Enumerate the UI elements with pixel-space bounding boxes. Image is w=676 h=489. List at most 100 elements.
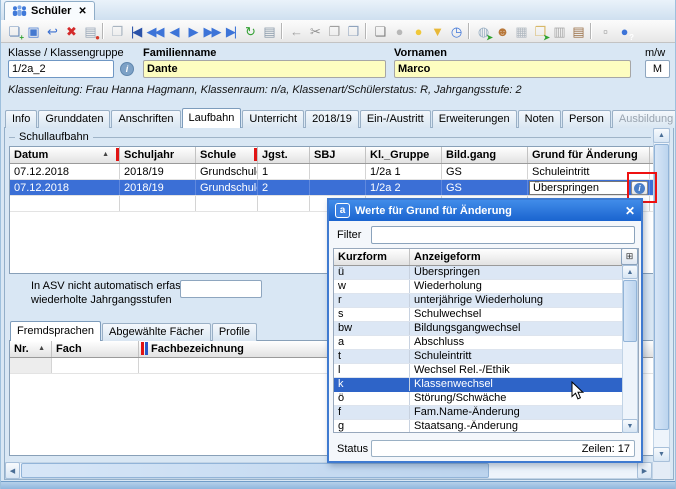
tab-laufbahn[interactable]: Laufbahn [182,108,242,128]
dialog-value-row[interactable]: fFam.Name-Änderung [334,406,638,420]
previous-record-icon[interactable]: ◀ [164,22,183,41]
scroll-right-button[interactable]: ▶ [637,462,652,479]
column-header-schuljahr[interactable]: Schuljahr [120,147,196,163]
delete-icon[interactable]: ✖ [61,22,80,41]
vornamen-input[interactable]: Marco [394,60,631,78]
jahrgangsstufen-input[interactable] [180,280,262,298]
vornamen-label: Vornamen [394,47,447,59]
cut-icon[interactable]: ✂ [305,22,324,41]
tab-info[interactable]: Info [5,110,37,128]
dialog-value-row[interactable]: üÜberspringen [334,266,638,280]
dialog-value-row[interactable]: öStörung/Schwäche [334,392,638,406]
fast-forward-icon[interactable]: ▶▶ [202,22,221,41]
print-icon[interactable]: ❑ [370,22,389,41]
column-header-grund-für-änderung[interactable]: Grund für Änderung [528,147,650,163]
column-label: Schule [200,149,236,161]
tab-person[interactable]: Person [562,110,611,128]
export-folder-icon[interactable]: ❒➤ [530,22,549,41]
scroll-up-button[interactable]: ▲ [653,128,670,143]
dialog-value-row[interactable]: kKlassenwechsel [334,378,638,392]
dialog-value-row[interactable]: sSchulwechsel [334,308,638,322]
new-record-icon[interactable]: ❏+ [4,22,23,41]
kurzform-cell: l [334,364,410,377]
filter-icon[interactable]: ▼ [427,22,446,41]
student-icon[interactable]: ☻ [492,22,511,41]
save-icon[interactable]: ▣ [23,22,42,41]
column-header-kurzform[interactable]: Kurzform [334,249,410,265]
copy-icon[interactable]: ❐ [324,22,343,41]
anzeigeform-cell: Wiederholung [410,280,622,293]
klasse-input[interactable]: 1/2a_2 [8,60,114,78]
column-chooser-button[interactable]: ⊞ [621,248,638,265]
tab-grunddaten[interactable]: Grunddaten [38,110,110,128]
subtab-abgewählte-fächer[interactable]: Abgewählte Fächer [102,323,211,341]
column-header-bild-gang[interactable]: Bild.gang [442,147,528,163]
last-record-icon[interactable]: ▶| [221,22,240,41]
laufbahn-row[interactable]: 07.12.20182018/19Grundschule ...21/2a 2G… [10,180,654,196]
tab-title: Schüler [31,5,71,17]
tab-noten[interactable]: Noten [518,110,561,128]
tab-ein-austritt[interactable]: Ein-/Austritt [360,110,431,128]
dialog-value-row[interactable]: tSchuleintritt [334,350,638,364]
column-label: Kurzform [338,251,387,263]
panel-icon[interactable]: ▫ [595,22,614,41]
navigate-back-icon[interactable]: ← [286,22,305,41]
tab-close-icon[interactable]: ✕ [78,6,86,17]
first-record-icon[interactable]: |◀ [126,22,145,41]
column-header-anzeigeform[interactable]: Anzeigeform [410,249,622,265]
column-header-kl-gruppe[interactable]: Kl._Gruppe [366,147,442,163]
column-header-datum[interactable]: Datum▲ [10,147,120,163]
dialog-value-row[interactable]: runterjährige Wiederholung [334,294,638,308]
reminder-icon[interactable]: ◷ [446,22,465,41]
column-header-nr[interactable]: Nr.▲ [10,341,52,357]
column-header-schule[interactable]: Schule [196,147,258,163]
tab-erweiterungen[interactable]: Erweiterungen [432,110,517,128]
card-icon[interactable]: ▥ [549,22,568,41]
duplicate-record-icon[interactable]: ❐ [107,22,126,41]
scroll-down-button[interactable]: ▼ [653,447,670,462]
id-card-icon[interactable]: ▤ [568,22,587,41]
next-record-icon[interactable]: ▶ [183,22,202,41]
column-header-jgst[interactable]: Jgst. [258,147,310,163]
edit-form-icon[interactable]: ▤● [80,22,99,41]
group-title: Schullaufbahn [19,131,89,143]
tab-unterricht[interactable]: Unterricht [242,110,304,128]
fast-backward-icon[interactable]: ◀◀ [145,22,164,41]
grund-edit-field[interactable]: Überspringen [529,181,629,195]
klasse-info-icon[interactable]: i [120,62,134,76]
subtab-profile[interactable]: Profile [212,323,257,341]
familienname-input[interactable]: Dante [143,60,386,78]
dialog-close-icon[interactable]: ✕ [625,204,635,218]
dialog-value-row[interactable]: bwBildungsgangwechsel [334,322,638,336]
scroll-left-button[interactable]: ◀ [5,462,20,479]
refresh-icon[interactable]: ↻ [240,22,259,41]
dialog-scroll-up-button[interactable]: ▲ [622,265,638,279]
paste-icon[interactable]: ❒ [343,22,362,41]
hint-icon[interactable]: ● [408,22,427,41]
filter-input[interactable] [371,226,635,244]
help-icon[interactable]: ●? [614,22,633,41]
dialog-titlebar[interactable]: a Werte für Grund für Änderung ✕ [329,200,641,221]
dialog-value-row[interactable]: wWiederholung [334,280,638,294]
dialog-value-row[interactable]: aAbschluss [334,336,638,350]
undo-icon[interactable]: ↩ [42,22,61,41]
dialog-value-row[interactable]: gStaatsang.-Änderung [334,420,638,433]
calendar-icon[interactable]: ▦ [511,22,530,41]
list-view-icon[interactable]: ▤ [259,22,278,41]
column-header-sbj[interactable]: SBJ [310,147,366,163]
dialog-scroll-thumb[interactable] [623,280,637,342]
export-web-icon[interactable]: ◍➤ [473,22,492,41]
horizontal-scroll-thumb[interactable] [21,463,489,478]
tab-schueler[interactable]: Schüler ✕ [4,1,95,20]
tab-2018-19[interactable]: 2018/19 [305,110,359,128]
dialog-value-row[interactable]: lWechsel Rel.-/Ethik [334,364,638,378]
preview-icon[interactable]: ● [389,22,408,41]
column-header-fach[interactable]: Fach [52,341,139,357]
laufbahn-row[interactable]: 07.12.20182018/19Grundschule ...11/2a 1G… [10,164,654,180]
next-record-icon-glyph: ▶ [189,25,197,38]
anzeigeform-cell: Schuleintritt [410,350,622,363]
dialog-scroll-down-button[interactable]: ▼ [622,419,638,433]
subtab-fremdsprachen[interactable]: Fremdsprachen [10,321,101,341]
tab-anschriften[interactable]: Anschriften [111,110,180,128]
mw-input[interactable]: M [645,60,670,78]
